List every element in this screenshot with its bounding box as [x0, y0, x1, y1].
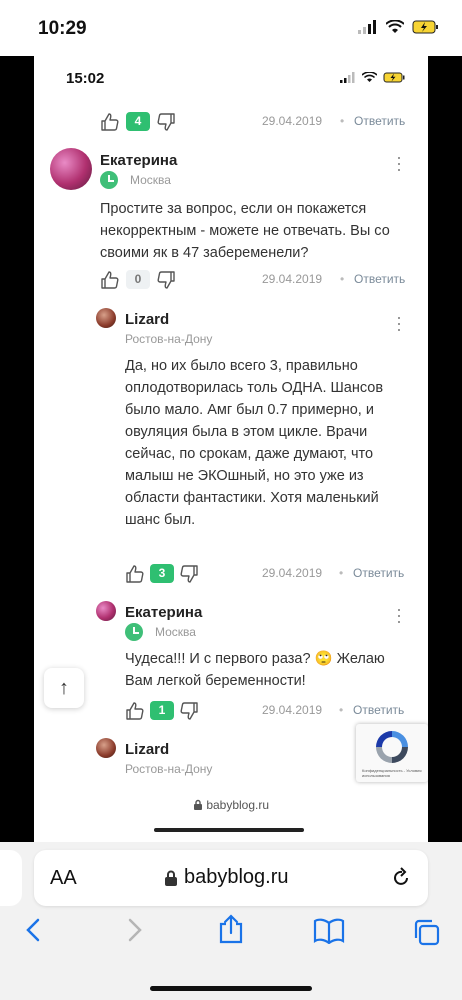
- comment-date: 29.04.2019: [262, 114, 323, 128]
- scroll-to-top-button[interactable]: ↑: [44, 668, 84, 708]
- previous-tab-stub[interactable]: [0, 850, 22, 906]
- more-options-icon[interactable]: · · ·: [396, 600, 402, 630]
- clock-icon: [100, 171, 118, 189]
- thumbs-down-icon[interactable]: [179, 701, 199, 721]
- reader-aa-button[interactable]: AA: [50, 867, 77, 890]
- cellular-signal-icon: [340, 72, 355, 83]
- avatar[interactable]: [96, 601, 116, 621]
- lock-icon: [193, 799, 202, 810]
- inner-url-text: babyblog.ru: [206, 798, 270, 812]
- comment-actions: 0 29.04.2019 • Ответить: [100, 268, 420, 292]
- recaptcha-badge[interactable]: Конфиденциальность - Условия использован…: [356, 724, 428, 782]
- inner-status-time: 15:02: [66, 70, 105, 87]
- reload-icon[interactable]: [390, 867, 412, 889]
- author-name[interactable]: Lizard: [125, 311, 169, 328]
- home-indicator: [150, 986, 312, 991]
- inner-url-caption: babyblog.ru: [34, 798, 428, 812]
- thumbs-up-icon[interactable]: [100, 112, 120, 132]
- likes-count: 3: [150, 564, 174, 583]
- share-icon[interactable]: [218, 914, 244, 944]
- comment-text: Да, но их было всего 3, правильно оплодо…: [125, 358, 384, 528]
- reply-link[interactable]: Ответить: [354, 272, 405, 286]
- comment-date: 29.04.2019: [262, 566, 323, 580]
- comment-date: 29.04.2019: [262, 703, 323, 717]
- reply-link[interactable]: Ответить: [353, 566, 404, 580]
- wifi-icon: [362, 72, 377, 82]
- more-options-icon[interactable]: · · ·: [396, 308, 402, 338]
- author-city: Москва: [155, 625, 196, 639]
- recaptcha-icon: [376, 731, 408, 763]
- likes-count: 1: [150, 701, 174, 720]
- bookmarks-icon[interactable]: [313, 918, 345, 944]
- separator-dot: •: [339, 703, 344, 717]
- wifi-icon: [386, 20, 404, 33]
- tabs-icon[interactable]: [412, 918, 440, 946]
- comment-actions: 3 29.04.2019 • Ответить: [125, 562, 428, 586]
- thumbs-down-icon[interactable]: [156, 270, 176, 290]
- author-name[interactable]: Екатерина: [100, 152, 177, 169]
- thumbs-down-icon[interactable]: [156, 112, 176, 132]
- author-name[interactable]: Екатерина: [125, 604, 202, 621]
- author-city: Москва: [130, 173, 171, 187]
- more-options-icon[interactable]: · · ·: [396, 148, 402, 178]
- comment-text: Простите за вопрос, если он покажется не…: [100, 201, 390, 261]
- clock-icon: [125, 623, 143, 641]
- comment-actions: 4 29.04.2019 • Ответить: [100, 110, 420, 134]
- avatar[interactable]: [50, 148, 92, 190]
- author-city: Ростов-на-Дону: [125, 332, 213, 346]
- likes-count: 4: [126, 112, 150, 131]
- address-text[interactable]: babyblog.ru: [184, 866, 289, 889]
- separator-dot: •: [340, 114, 345, 128]
- author-city: Ростов-на-Дону: [125, 762, 213, 776]
- left-frame: [0, 56, 34, 842]
- thumbs-up-icon[interactable]: [125, 564, 145, 584]
- thumbs-up-icon[interactable]: [125, 701, 145, 721]
- forward-icon[interactable]: [124, 918, 144, 942]
- likes-count: 0: [126, 270, 150, 289]
- avatar[interactable]: [96, 738, 116, 758]
- status-icons: [358, 20, 440, 34]
- reply-link[interactable]: Ответить: [354, 114, 405, 128]
- avatar[interactable]: [96, 308, 116, 328]
- lock-icon: [165, 870, 177, 886]
- status-time: 10:29: [38, 18, 87, 39]
- right-frame: [428, 56, 462, 842]
- separator-dot: •: [339, 566, 344, 580]
- embedded-screenshot: 15:02 4 29.04.2019 • Ответить Екатерина …: [34, 56, 428, 842]
- separator-dot: •: [340, 272, 345, 286]
- author-name[interactable]: Lizard: [125, 741, 169, 758]
- comment-date: 29.04.2019: [262, 272, 323, 286]
- back-icon[interactable]: [24, 918, 44, 942]
- address-bar[interactable]: AA babyblog.ru: [34, 850, 428, 906]
- cellular-signal-icon: [358, 20, 376, 34]
- safari-toolbar: AA babyblog.ru: [0, 842, 462, 1000]
- thumbs-down-icon[interactable]: [179, 564, 199, 584]
- inner-status-icons: [340, 72, 406, 83]
- comment-text: Чудеса!!! И с первого раза? 🙄 Желаю Вам …: [125, 651, 385, 689]
- thumbs-up-icon[interactable]: [100, 270, 120, 290]
- recaptcha-label: Конфиденциальность - Условия использован…: [362, 768, 422, 778]
- comment-actions: 1 29.04.2019 • Ответить: [125, 699, 428, 723]
- reply-link[interactable]: Ответить: [353, 703, 404, 717]
- battery-charging-icon: [383, 72, 405, 83]
- battery-charging-icon: [412, 20, 438, 34]
- status-bar: 10:29: [0, 0, 462, 56]
- inner-home-indicator: [154, 828, 304, 832]
